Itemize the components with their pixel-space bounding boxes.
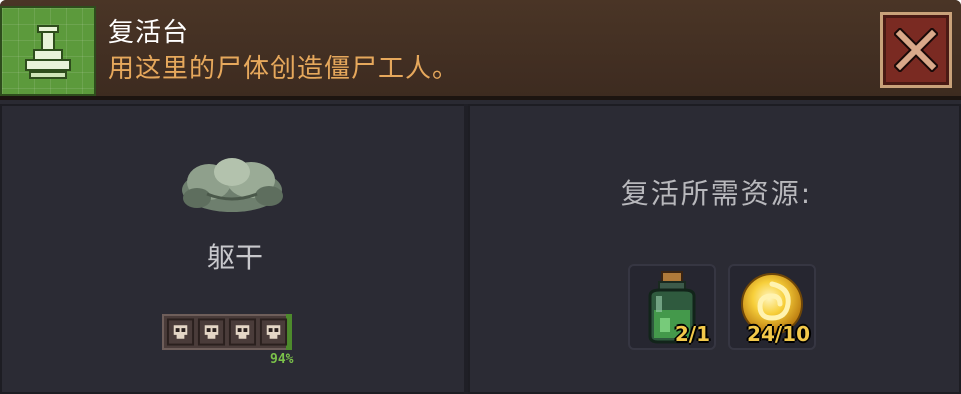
gold-orb-count: 24/10 [747, 322, 810, 346]
corpse-quality-bar [162, 314, 292, 350]
resurrection-altar-window: 复活台 用这里的尸体创造僵尸工人。 躯干 94% 复活所需资源: 2/1 24/… [0, 0, 961, 394]
close-button[interactable] [880, 12, 952, 88]
corpse-panel: 躯干 94% [0, 104, 466, 394]
resource-slot-potion[interactable]: 2/1 [628, 264, 716, 350]
potion-count: 2/1 [674, 322, 710, 346]
quality-percent: 94% [270, 352, 294, 367]
requirements-title: 复活所需资源: [620, 177, 813, 210]
altar-icon [0, 6, 96, 96]
window-header: 复活台 用这里的尸体创造僵尸工人。 [0, 0, 961, 100]
corpse-name: 躯干 [206, 241, 263, 274]
close-icon [894, 28, 938, 72]
skull-icon [259, 318, 288, 346]
requirements-panel: 复活所需资源: 2/1 24/10 [468, 104, 961, 394]
skull-icon [166, 318, 195, 346]
skull-icon [197, 318, 226, 346]
corpse-torso-icon[interactable] [177, 154, 287, 218]
window-subtitle: 用这里的尸体创造僵尸工人。 [108, 54, 460, 84]
resource-slot-gold-orb[interactable]: 24/10 [728, 264, 816, 350]
window-title: 复活台 [108, 18, 190, 48]
skull-icon [228, 318, 257, 346]
